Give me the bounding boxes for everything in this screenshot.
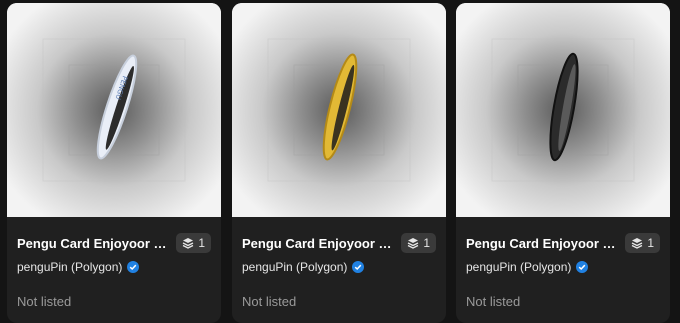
creator-name[interactable]: penguPin (Polygon) [466,260,571,274]
edition-badge: 1 [176,233,211,253]
nft-media[interactable] [456,3,670,217]
coin-artwork: PENGU [7,3,221,217]
nft-title[interactable]: Pengu Card Enjoyoor - G... [242,236,392,251]
nft-card-grid: PENGU Pengu Card Enjoyoor - S... 1 pengu… [0,0,680,323]
creator-name[interactable]: penguPin (Polygon) [17,260,122,274]
layers-icon [632,238,643,249]
verified-badge-icon [127,261,140,273]
edition-count: 1 [423,236,430,250]
nft-title[interactable]: Pengu Card Enjoyoor - S... [17,236,167,251]
listing-status: Not listed [17,294,72,309]
coin-artwork [456,3,670,217]
layers-icon [183,238,194,249]
nft-media[interactable] [232,3,446,217]
verified-badge-icon [352,261,365,273]
coin-artwork [232,3,446,217]
edition-badge: 1 [401,233,436,253]
verified-badge-icon [576,261,589,273]
creator-name[interactable]: penguPin (Polygon) [242,260,347,274]
edition-count: 1 [647,236,654,250]
nft-card[interactable]: PENGU Pengu Card Enjoyoor - S... 1 pengu… [7,3,221,323]
nft-card[interactable]: Pengu Card Enjoyoor - G... 1 penguPin (P… [232,3,446,323]
listing-status: Not listed [466,294,521,309]
nft-title[interactable]: Pengu Card Enjoyoor - B... [466,236,616,251]
listing-status: Not listed [242,294,297,309]
layers-icon [408,238,419,249]
edition-badge: 1 [625,233,660,253]
edition-count: 1 [198,236,205,250]
nft-media[interactable]: PENGU [7,3,221,217]
nft-card[interactable]: Pengu Card Enjoyoor - B... 1 penguPin (P… [456,3,670,323]
